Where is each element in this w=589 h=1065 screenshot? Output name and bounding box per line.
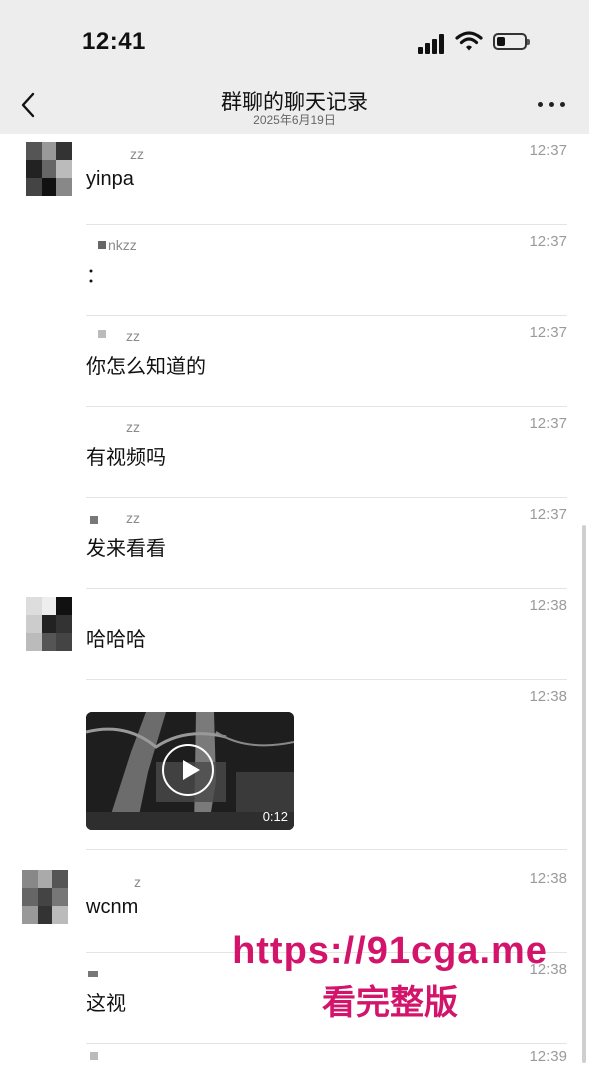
sender-avatar-fragment [90, 516, 98, 524]
sender-name: z [134, 874, 141, 890]
battery-icon [493, 33, 530, 50]
divider [86, 849, 567, 850]
watermark-text: 看完整版 [322, 984, 458, 1022]
chat-message[interactable]: zz 12:37 有视频吗 [0, 407, 589, 498]
message-time: 12:39 [529, 1048, 567, 1065]
sender-avatar-fragment [88, 971, 98, 977]
sender-name: zz [126, 419, 140, 435]
message-time: 12:37 [529, 415, 567, 432]
chat-message[interactable]: 12:39 [0, 1044, 589, 1065]
status-time: 12:41 [82, 28, 146, 55]
message-time: 12:38 [529, 870, 567, 887]
message-text: wcnm [86, 896, 139, 918]
sender-avatar-fragment [90, 1052, 98, 1060]
sender-name: zz [126, 510, 140, 526]
sender-avatar-fragment [98, 241, 106, 249]
message-text: 你怎么知道的 [86, 356, 206, 378]
message-text: 有视频吗 [86, 447, 166, 469]
avatar [22, 870, 68, 924]
message-time: 12:38 [529, 688, 567, 705]
message-text: 发来看看 [86, 538, 166, 560]
sender-name: zz [126, 328, 140, 344]
chat-message[interactable]: zz 12:37 yinpa [0, 134, 589, 225]
avatar [26, 597, 72, 651]
chat-message[interactable]: nkzz 12:37 ： [0, 225, 589, 316]
chat-message[interactable]: 12:38 哈哈哈 [0, 589, 589, 680]
message-text: yinpa [86, 168, 134, 190]
message-time: 12:37 [529, 324, 567, 341]
wifi-icon [455, 31, 483, 51]
message-time: 12:37 [529, 233, 567, 250]
sender-name: zz [130, 146, 144, 162]
message-time: 12:37 [529, 142, 567, 159]
message-text: ： [86, 265, 106, 287]
signal-icon [418, 34, 448, 54]
page-subtitle: 2025年6月19日 [253, 113, 336, 127]
status-bar: 12:41 [0, 0, 589, 80]
video-thumbnail[interactable]: 0:12 [86, 712, 294, 830]
watermark: https://91cga.me 看完整版 [200, 930, 580, 1024]
sender-avatar-fragment [98, 330, 106, 338]
chat-message[interactable]: zz 12:37 发来看看 [0, 498, 589, 589]
avatar [26, 142, 72, 196]
more-icon[interactable] [538, 102, 566, 110]
chat-message[interactable]: zz 12:37 你怎么知道的 [0, 316, 589, 407]
nav-bar: 群聊的聊天记录 2025年6月19日 [0, 80, 589, 134]
message-time: 12:38 [529, 597, 567, 614]
message-text: 这视 [86, 993, 126, 1015]
watermark-url: https://91cga.me [232, 930, 548, 972]
video-duration: 0:12 [262, 809, 288, 824]
play-icon[interactable] [162, 744, 214, 796]
message-text: 哈哈哈 [86, 629, 146, 651]
message-time: 12:37 [529, 506, 567, 523]
sender-name: nkzz [108, 237, 137, 253]
scrollbar[interactable] [582, 525, 586, 1063]
